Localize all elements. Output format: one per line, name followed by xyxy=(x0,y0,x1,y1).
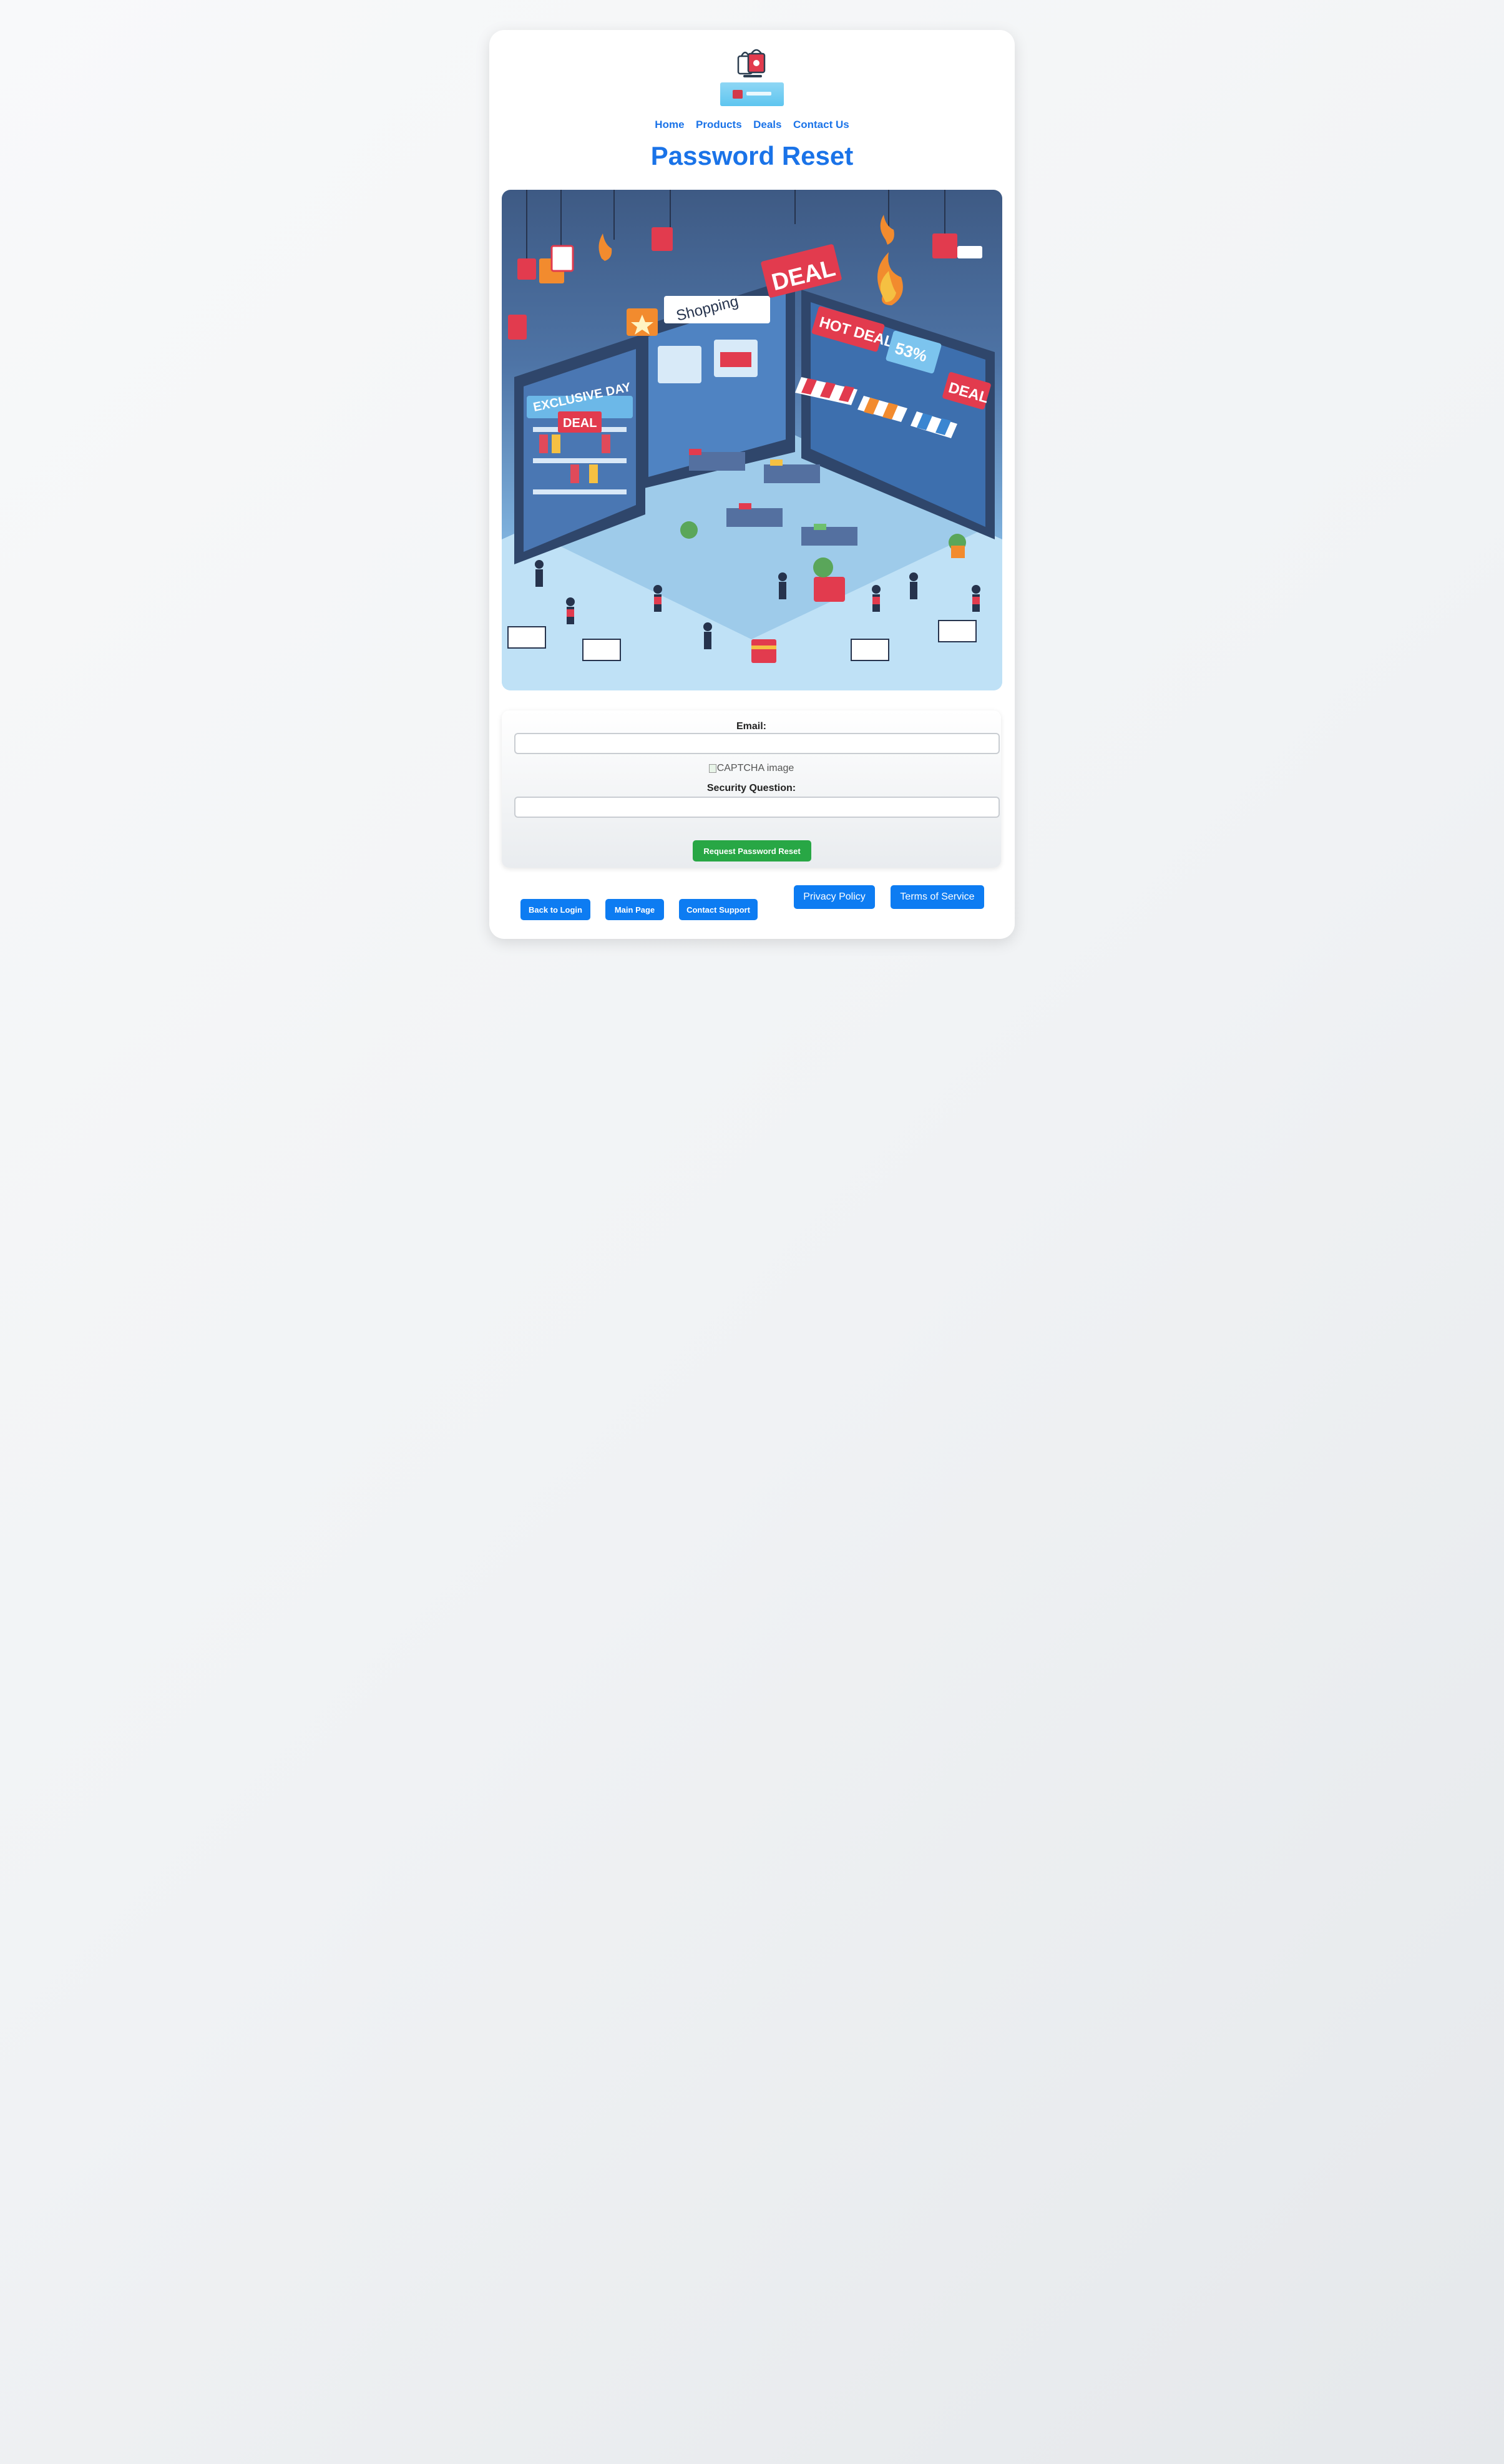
captcha-image: CAPTCHA image xyxy=(502,763,1001,774)
password-reset-card: Home Products Deals Contact Us Password … xyxy=(489,30,1015,939)
shopping-mall-illustration: EXCLUSIVE DAY DEAL Shopping DEAL HOT DEA… xyxy=(502,190,1002,690)
main-page-button[interactable]: Main Page xyxy=(605,899,664,920)
nav-deals[interactable]: Deals xyxy=(753,119,781,131)
shopping-bags-logo-icon xyxy=(737,49,766,77)
password-reset-form: Email: CAPTCHA image Security Question: … xyxy=(502,710,1001,868)
hero-shopping-illustration: EXCLUSIVE DAY DEAL Shopping DEAL HOT DEA… xyxy=(502,190,1002,690)
logo-mini-icon xyxy=(733,90,743,99)
terms-of-service-link[interactable]: Terms of Service xyxy=(891,885,984,909)
nav-contact-us[interactable]: Contact Us xyxy=(793,119,849,131)
request-password-reset-button[interactable]: Request Password Reset xyxy=(693,840,811,861)
broken-image-icon xyxy=(708,763,716,773)
security-question-field[interactable] xyxy=(514,797,1000,818)
email-label: Email: xyxy=(736,721,766,732)
nav-home[interactable]: Home xyxy=(655,119,684,131)
nav-products[interactable]: Products xyxy=(696,119,742,131)
top-navigation: Home Products Deals Contact Us xyxy=(489,119,1015,131)
security-question-label: Security Question: xyxy=(706,783,796,793)
sign-deal-left: DEAL xyxy=(563,416,597,430)
privacy-policy-link[interactable]: Privacy Policy xyxy=(794,885,875,909)
page-title: Password Reset xyxy=(650,141,854,170)
captcha-alt-text: CAPTCHA image xyxy=(716,763,794,773)
logo-mini-text xyxy=(746,92,771,96)
email-field[interactable] xyxy=(514,733,1000,754)
back-to-login-button[interactable]: Back to Login xyxy=(520,899,590,920)
contact-support-button[interactable]: Contact Support xyxy=(679,899,758,920)
logo-banner xyxy=(720,82,784,106)
